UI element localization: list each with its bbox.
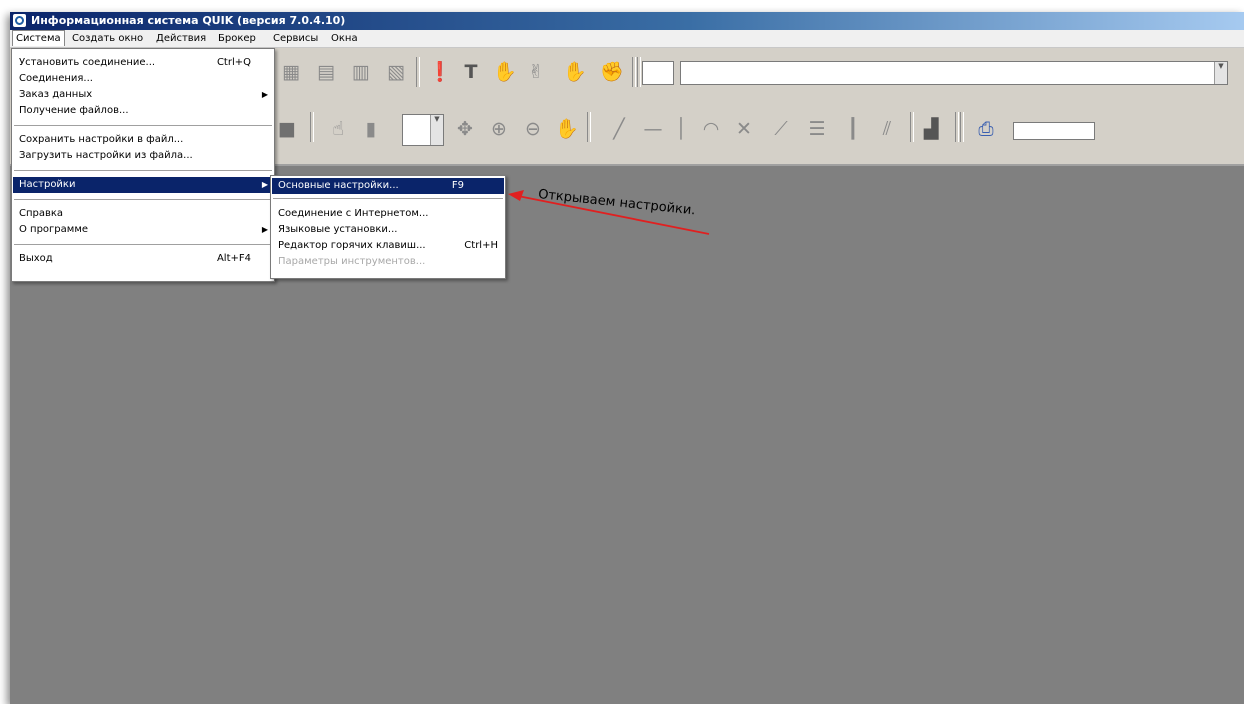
title-bar: Информационная система QUIK (версия 7.0.… bbox=[10, 12, 1244, 30]
hand-cancel-icon[interactable]: ✌ bbox=[525, 61, 547, 83]
toolbar-separator bbox=[955, 112, 959, 142]
hands-icon[interactable]: ✋ bbox=[563, 61, 587, 83]
shortcut-label: F9 bbox=[451, 180, 464, 191]
menu-item-data-order[interactable]: Заказ данных ▶ bbox=[13, 87, 273, 103]
fibonacci-levels-icon[interactable]: ☰ bbox=[806, 118, 828, 140]
menu-separator bbox=[273, 198, 503, 199]
menu-separator bbox=[14, 125, 272, 126]
menu-item-label: Соединения... bbox=[19, 73, 93, 84]
menu-item-label: Языковые установки... bbox=[278, 224, 398, 235]
menu-windows[interactable]: Окна bbox=[328, 31, 361, 46]
hand-icon[interactable]: ✋ bbox=[493, 61, 517, 83]
menu-item-help[interactable]: Справка bbox=[13, 206, 273, 222]
menu-item-label: Получение файлов... bbox=[19, 105, 129, 116]
table-icon[interactable]: ▦ bbox=[280, 61, 302, 83]
shortcut-label: Alt+F4 bbox=[216, 253, 251, 264]
menu-item-internet-connection[interactable]: Соединение с Интернетом... bbox=[272, 206, 504, 222]
menu-create-window[interactable]: Создать окно bbox=[69, 31, 146, 46]
submenu-arrow-icon: ▶ bbox=[261, 225, 268, 234]
menu-item-label: О программе bbox=[19, 224, 89, 235]
menu-services[interactable]: Сервисы bbox=[270, 31, 321, 46]
time-zones-icon[interactable]: ┃ bbox=[842, 118, 864, 140]
settings-submenu: Основные настройки... F9 Соединение с Ин… bbox=[270, 175, 506, 279]
chevron-down-icon[interactable]: ▼ bbox=[430, 115, 443, 145]
menu-item-label: Установить соединение... bbox=[19, 57, 156, 68]
table-search-icon[interactable]: ▤ bbox=[315, 61, 337, 83]
system-menu: Установить соединение... Ctrl+Q Соединен… bbox=[11, 48, 275, 282]
indicator-chart-icon[interactable]: ▟ bbox=[920, 118, 942, 140]
move-icon[interactable]: ✥ bbox=[454, 118, 476, 140]
menu-item-label: Сохранить настройки в файл... bbox=[19, 134, 184, 145]
pan-hand-icon[interactable]: ✋ bbox=[555, 118, 579, 140]
menu-item-label: Заказ данных bbox=[19, 89, 93, 100]
menu-system[interactable]: Система bbox=[12, 30, 65, 46]
alert-icon[interactable]: ❗ bbox=[428, 61, 452, 83]
fan-lines-icon[interactable]: ⟋ bbox=[770, 118, 792, 140]
toolbar-separator bbox=[587, 112, 591, 142]
menu-actions[interactable]: Действия bbox=[153, 31, 209, 46]
table-edit-icon[interactable]: ▥ bbox=[350, 61, 372, 83]
scale-input[interactable] bbox=[1013, 122, 1095, 140]
text-icon[interactable]: T bbox=[460, 61, 482, 83]
menu-item-label: Загрузить настройки из файла... bbox=[19, 150, 193, 161]
menu-item-about[interactable]: О программе ▶ bbox=[13, 222, 273, 238]
shortcut-label: Ctrl+Q bbox=[216, 57, 251, 68]
menu-item-label: Соединение с Интернетом... bbox=[278, 208, 429, 219]
zoom-in-icon[interactable]: ⊕ bbox=[488, 118, 510, 140]
menu-item-save-settings[interactable]: Сохранить настройки в файл... bbox=[13, 132, 273, 148]
chart-icon[interactable]: ■ bbox=[276, 118, 298, 140]
menu-item-label: Редактор горячих клавиш... bbox=[278, 240, 426, 251]
submenu-arrow-icon: ▶ bbox=[261, 180, 268, 189]
menu-separator bbox=[14, 170, 272, 171]
submenu-arrow-icon: ▶ bbox=[261, 90, 268, 99]
menu-item-load-settings[interactable]: Загрузить настройки из файла... bbox=[13, 148, 273, 164]
menu-item-label: Выход bbox=[19, 253, 53, 264]
menu-broker[interactable]: Брокер bbox=[215, 31, 259, 46]
toolbar-separator bbox=[632, 57, 636, 87]
menu-separator bbox=[14, 244, 272, 245]
arc-icon[interactable]: ◠ bbox=[700, 118, 722, 140]
shortcut-label: Ctrl+H bbox=[464, 240, 498, 251]
table-delete-icon[interactable]: ▧ bbox=[385, 61, 407, 83]
menu-item-connections[interactable]: Соединения... bbox=[13, 71, 273, 87]
toolbar-separator bbox=[416, 57, 420, 87]
instrument-combo[interactable]: ▼ bbox=[680, 61, 1228, 85]
vertical-line-icon[interactable]: │ bbox=[670, 118, 692, 140]
menu-item-instrument-params: Параметры инструментов... bbox=[272, 254, 504, 270]
menu-item-label: Справка bbox=[19, 208, 64, 219]
menu-bar: Система Создать окно Действия Брокер Сер… bbox=[10, 30, 1244, 48]
menu-item-label: Параметры инструментов... bbox=[278, 256, 426, 267]
bar-chart-icon[interactable]: ▮ bbox=[360, 118, 382, 140]
quik-window: Информационная система QUIK (версия 7.0.… bbox=[10, 12, 1244, 704]
quik-app-icon bbox=[13, 14, 26, 27]
trend-line-icon[interactable]: ╱ bbox=[608, 118, 630, 140]
menu-item-label: Настройки bbox=[19, 179, 76, 190]
menu-item-hotkeys-editor[interactable]: Редактор горячих клавиш... Ctrl+H bbox=[272, 238, 504, 254]
zoom-out-icon[interactable]: ⊖ bbox=[522, 118, 544, 140]
instrument-code-box[interactable] bbox=[642, 61, 674, 85]
toolbar-separator bbox=[637, 57, 641, 87]
hand-stop-icon[interactable]: ✊ bbox=[600, 61, 624, 83]
toolbar-separator bbox=[310, 112, 314, 142]
menu-item-label: Основные настройки... bbox=[278, 180, 399, 191]
chevron-down-icon[interactable]: ▼ bbox=[1214, 62, 1227, 84]
fan-icon[interactable]: ✕ bbox=[733, 118, 755, 140]
menu-item-main-settings[interactable]: Основные настройки... F9 bbox=[272, 178, 504, 194]
horizontal-line-icon[interactable]: — bbox=[642, 118, 664, 140]
interval-combo[interactable]: ▼ bbox=[402, 114, 444, 146]
window-title: Информационная система QUIK (версия 7.0.… bbox=[31, 14, 346, 27]
print-preview-icon[interactable]: ⎙ bbox=[975, 118, 997, 140]
menu-item-language-settings[interactable]: Языковые установки... bbox=[272, 222, 504, 238]
toolbar-separator bbox=[960, 112, 964, 142]
menu-item-connect[interactable]: Установить соединение... Ctrl+Q bbox=[13, 55, 273, 71]
menu-item-exit[interactable]: Выход Alt+F4 bbox=[13, 251, 273, 267]
channel-icon[interactable]: ⫽ bbox=[876, 118, 898, 140]
hand-point-icon[interactable]: ☝ bbox=[327, 118, 349, 140]
menu-item-settings[interactable]: Настройки ▶ bbox=[13, 177, 273, 193]
toolbar-separator bbox=[910, 112, 914, 142]
menu-separator bbox=[14, 199, 272, 200]
menu-item-get-files[interactable]: Получение файлов... bbox=[13, 103, 273, 119]
